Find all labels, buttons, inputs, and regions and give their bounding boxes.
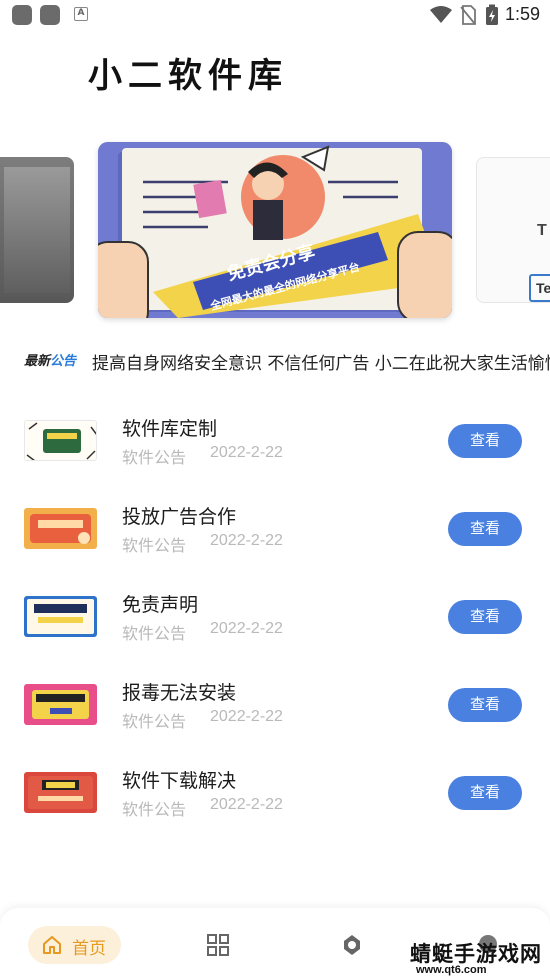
view-button[interactable]: 查看 <box>448 776 522 810</box>
nav-home-tab[interactable]: 首页 <box>28 926 121 964</box>
battery-charging-icon <box>486 4 498 25</box>
list-item[interactable]: 软件库定制 软件公告 2022-2-22 查看 <box>0 396 550 482</box>
list-item[interactable]: 投放广告合作 软件公告 2022-2-22 查看 <box>0 484 550 570</box>
item-thumbnail <box>24 508 97 549</box>
notice-label-prefix: 最新 <box>24 354 51 369</box>
a-notification-icon: A <box>74 7 88 21</box>
no-sim-icon <box>460 5 476 25</box>
item-title: 软件下载解决 <box>122 770 237 792</box>
banner-illustration: 免责会分享 全网最大的最全的网络分享平台 <box>98 142 452 318</box>
site-watermark: 蜻蜓手游戏网 www.qt6.com <box>410 938 546 978</box>
list-item[interactable]: 软件下载解决 软件公告 2022-2-22 查看 <box>0 748 550 834</box>
item-date: 2022-2-22 <box>210 444 283 461</box>
item-category: 软件公告 <box>122 448 187 467</box>
item-category: 软件公告 <box>122 712 187 731</box>
list-item[interactable]: 免责声明 软件公告 2022-2-22 查看 <box>0 572 550 658</box>
item-thumbnail <box>24 684 97 725</box>
compass-icon[interactable] <box>342 934 362 956</box>
view-button[interactable]: 查看 <box>448 688 522 722</box>
item-date: 2022-2-22 <box>210 532 283 549</box>
status-time: 1:59 <box>504 4 540 24</box>
view-button[interactable]: 查看 <box>448 424 522 458</box>
view-button[interactable]: 查看 <box>448 512 522 546</box>
app-title: 小二软件库 <box>88 56 288 96</box>
banner-slide-next[interactable]: T Te <box>476 157 550 303</box>
notice-label: 最新公告 <box>24 350 76 369</box>
item-title: 软件库定制 <box>122 418 218 440</box>
item-title: 免责声明 <box>122 594 199 616</box>
banner-next-text: T <box>537 222 547 239</box>
item-category: 软件公告 <box>122 624 187 643</box>
item-date: 2022-2-22 <box>210 620 283 637</box>
notice-marquee-text: 提高自身网络安全意识 不信任何广告 小二在此祝大家生活愉快 <box>92 354 550 374</box>
app-notification-icon <box>12 5 32 25</box>
banner-slide-previous[interactable] <box>0 157 74 303</box>
grid-icon[interactable] <box>207 934 229 956</box>
notice-label-accent: 公告 <box>50 354 77 369</box>
banner-next-button: Te <box>529 274 550 302</box>
item-category: 软件公告 <box>122 800 187 819</box>
list-item[interactable]: 报毒无法安装 软件公告 2022-2-22 查看 <box>0 660 550 746</box>
item-category: 软件公告 <box>122 536 187 555</box>
watermark-url: www.qt6.com <box>416 964 487 976</box>
banner-slide-current[interactable]: 免责会分享 全网最大的最全的网络分享平台 <box>98 142 452 318</box>
app-notification-icon <box>40 5 60 25</box>
item-date: 2022-2-22 <box>210 708 283 725</box>
item-thumbnail <box>24 420 97 461</box>
wifi-icon <box>430 6 452 23</box>
item-thumbnail <box>24 596 97 637</box>
status-bar: A 1:59 <box>0 0 550 30</box>
nav-home-label: 首页 <box>72 939 106 959</box>
notice-bar[interactable]: 最新公告 提高自身网络安全意识 不信任何广告 小二在此祝大家生活愉快 <box>0 346 550 376</box>
item-title: 投放广告合作 <box>122 506 237 528</box>
home-icon <box>43 936 61 954</box>
item-title: 报毒无法安装 <box>122 682 237 704</box>
item-date: 2022-2-22 <box>210 796 283 813</box>
view-button[interactable]: 查看 <box>448 600 522 634</box>
item-thumbnail <box>24 772 97 813</box>
